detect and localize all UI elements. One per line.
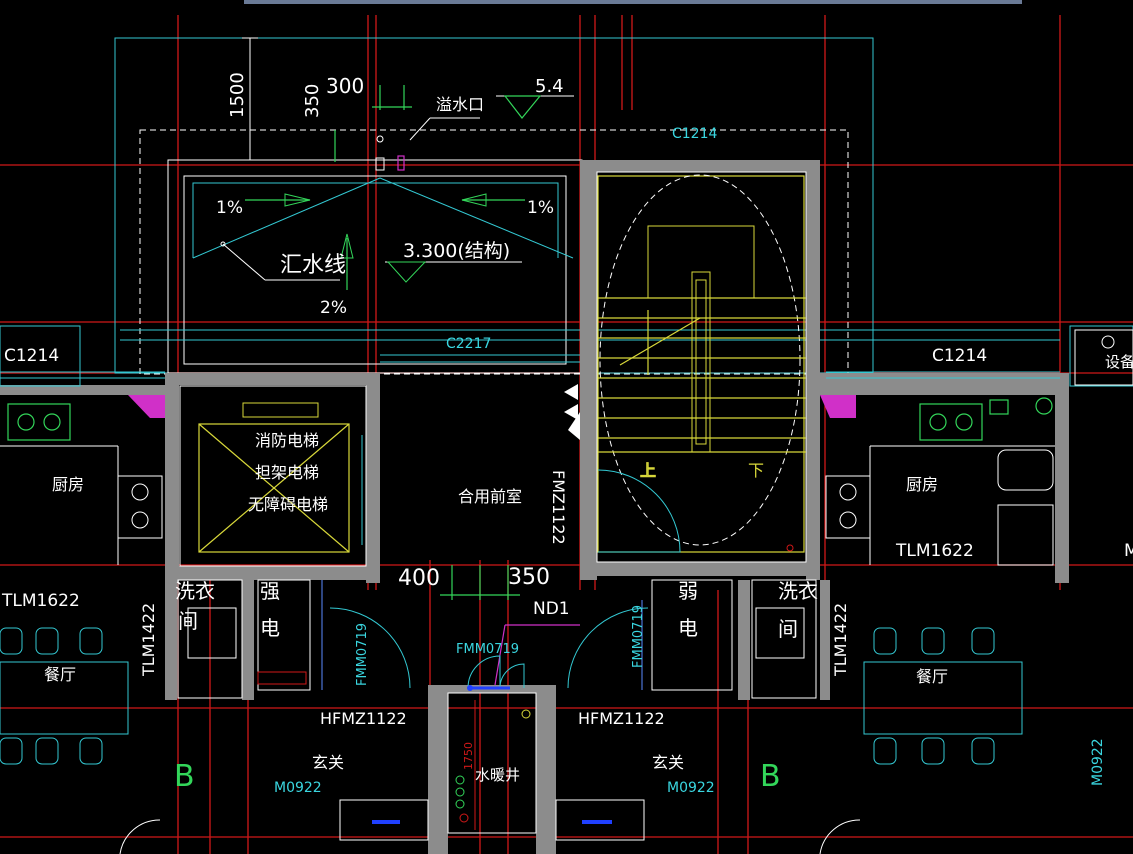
foyer-left: 玄关 xyxy=(312,753,344,772)
kitchen-right-label: 厨房 xyxy=(906,475,938,494)
door-tlm-left-side: TLM1422 xyxy=(139,603,158,677)
dim-350: 350 xyxy=(508,565,550,590)
stair-up: 上 xyxy=(640,461,656,480)
dining-right: 餐厅 xyxy=(916,667,948,686)
elevator-line2: 担架电梯 xyxy=(255,463,319,482)
roof-dim-300: 300 xyxy=(326,74,364,98)
strong-elec-2: 电 xyxy=(260,616,280,640)
door-center-label: FMM0719 xyxy=(456,642,519,657)
elevation-marker-top xyxy=(496,95,574,119)
axis-left: B xyxy=(174,759,195,794)
shaft-label: 水暖井 xyxy=(475,766,520,784)
door-tlm-right-side: TLM1422 xyxy=(831,603,850,677)
door-m-left: M0922 xyxy=(274,780,322,796)
bottom-fixtures xyxy=(119,799,861,854)
dining-right-furniture xyxy=(863,627,1023,765)
window-left: C1214 xyxy=(4,346,59,366)
elevation-top: 5.4 xyxy=(535,76,564,97)
door-fm-right: FMM0719 xyxy=(631,605,646,668)
overflow-label: 溢水口 xyxy=(436,95,484,114)
axis-right: B xyxy=(760,759,781,794)
kitchen-right-door: TLM1622 xyxy=(895,541,974,561)
foyer-right: 玄关 xyxy=(652,753,684,772)
laundry-right-2: 间 xyxy=(778,617,798,641)
weak-elec-2: 电 xyxy=(678,616,698,640)
window-right: C1214 xyxy=(932,346,987,366)
slope-down: 2% xyxy=(320,298,347,318)
window-top-label: C1214 xyxy=(672,126,717,142)
roof-dim-350: 350 xyxy=(302,84,323,118)
door-hfm-right: HFMZ1122 xyxy=(578,709,665,728)
kitchen-left-door: TLM1622 xyxy=(1,591,80,611)
stair xyxy=(596,171,807,563)
kitchen-right-equipment: 设备 xyxy=(1105,353,1133,371)
walls xyxy=(0,160,1069,854)
elevation-structure: 3.300(结构) xyxy=(403,240,510,262)
door-m-right: M0922 xyxy=(667,780,715,796)
nd1-label: ND1 xyxy=(533,599,570,619)
elevator-line1: 消防电梯 xyxy=(255,431,319,450)
slope-left: 1% xyxy=(216,198,243,218)
lobby-label: 合用前室 xyxy=(458,487,522,506)
laundry-left-2: 间 xyxy=(178,609,198,633)
roof-dim-1500-label: 1500 xyxy=(227,72,248,118)
weak-elec-1: 弱 xyxy=(678,579,698,603)
slope-right: 1% xyxy=(527,198,554,218)
dining-left-furniture xyxy=(0,627,129,765)
shaft-dim: 1750 xyxy=(462,742,475,770)
elevation-marker-structure xyxy=(385,261,522,283)
elevator-line3: 无障碍电梯 xyxy=(248,495,328,514)
floor-plan-drawing[interactable]: 1500 350 300 溢水口 5.4 C1214 1% 1% 汇水线 2% … xyxy=(0,0,1133,854)
lobby-door-vertical: FMZ1122 xyxy=(549,470,568,545)
door-fm-left: FMM0719 xyxy=(355,623,370,686)
roof-dim-1500: 1500 xyxy=(227,37,258,161)
strong-elec-1: 强 xyxy=(260,579,280,603)
laundry-right-1: 洗衣 xyxy=(778,579,818,603)
door-m-far-right: M0922 xyxy=(1090,738,1106,786)
kitchen-left-label: 厨房 xyxy=(52,475,84,494)
laundry-left-1: 洗衣 xyxy=(175,579,215,603)
dim-400: 400 xyxy=(398,566,440,591)
window-front: C2217 xyxy=(446,336,491,352)
edge-partial: M xyxy=(1124,541,1133,561)
door-hfm-left: HFMZ1122 xyxy=(320,709,407,728)
stair-down: 下 xyxy=(748,461,764,480)
drain-line-label: 汇水线 xyxy=(280,253,346,278)
fire-hydrant-icon xyxy=(564,384,580,440)
dining-left: 餐厅 xyxy=(44,665,76,684)
